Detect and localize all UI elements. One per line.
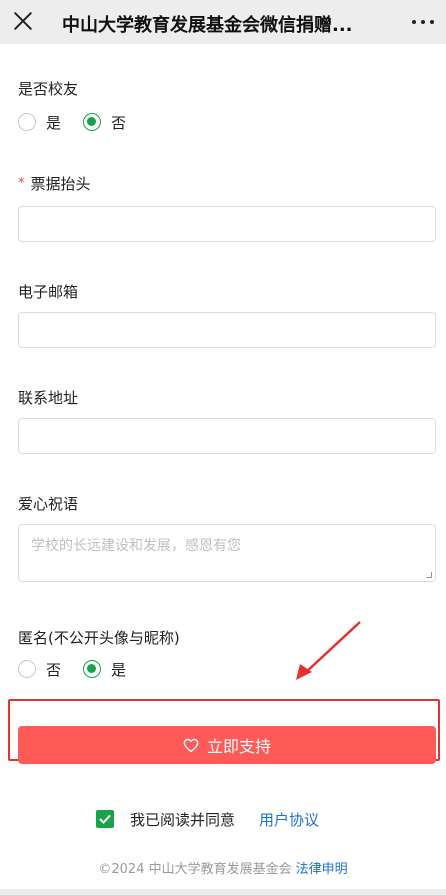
address-label: 联系地址 bbox=[18, 389, 79, 407]
anonymous-yes-label: 是 bbox=[111, 660, 127, 679]
anonymous-no-radio[interactable] bbox=[18, 660, 36, 678]
required-mark: * bbox=[18, 176, 25, 191]
anonymous-yes-radio[interactable] bbox=[83, 660, 102, 678]
agreement-checkbox[interactable] bbox=[96, 810, 114, 828]
heart-icon bbox=[183, 738, 199, 752]
anonymous-radio-group: 否 是 bbox=[18, 658, 148, 680]
support-button[interactable]: 立即支持 bbox=[18, 726, 436, 764]
invoice-title-label: * 票据抬头 bbox=[18, 173, 91, 194]
more-dots-icon[interactable] bbox=[410, 12, 436, 32]
message-textarea[interactable]: 学校的长远建设和发展，感恩有您 bbox=[18, 524, 436, 582]
user-agreement-link[interactable]: 用户协议 bbox=[259, 809, 319, 830]
page-title: 中山大学教育发展基金会微信捐赠... bbox=[62, 15, 353, 36]
message-label: 爱心祝语 bbox=[18, 495, 79, 513]
bottom-bar bbox=[0, 889, 446, 895]
checkmark-icon bbox=[99, 814, 111, 824]
alumni-yes-label: 是 bbox=[46, 113, 62, 132]
top-nav-bar: 中山大学教育发展基金会微信捐赠... bbox=[0, 0, 446, 44]
email-input[interactable] bbox=[18, 312, 436, 348]
invoice-title-label-text: 票据抬头 bbox=[30, 175, 91, 193]
resize-grip-icon[interactable] bbox=[426, 572, 432, 578]
copyright-text: ©2024 中山大学教育发展基金会 bbox=[98, 862, 292, 877]
anonymous-no-label: 否 bbox=[46, 660, 62, 679]
legal-statement-link[interactable]: 法律申明 bbox=[296, 862, 348, 877]
alumni-no-radio[interactable] bbox=[83, 113, 102, 131]
agreement-row: 我已阅读并同意 用户协议 bbox=[96, 808, 319, 830]
alumni-no-label: 否 bbox=[111, 113, 127, 132]
alumni-yes-radio[interactable] bbox=[18, 113, 36, 131]
annotation-arrow-icon bbox=[296, 621, 361, 680]
email-label: 电子邮箱 bbox=[18, 283, 79, 301]
message-placeholder: 学校的长远建设和发展，感恩有您 bbox=[31, 538, 241, 554]
invoice-title-input[interactable] bbox=[18, 206, 436, 242]
close-icon[interactable] bbox=[12, 10, 34, 32]
agreement-text: 我已阅读并同意 bbox=[130, 810, 236, 829]
support-button-label: 立即支持 bbox=[206, 737, 271, 756]
footer: ©2024 中山大学教育发展基金会 法律申明 bbox=[0, 858, 446, 877]
anonymous-label: 匿名(不公开头像与昵称) bbox=[18, 629, 180, 647]
address-input[interactable] bbox=[18, 418, 436, 454]
alumni-radio-group: 是 否 bbox=[18, 111, 148, 133]
alumni-label: 是否校友 bbox=[18, 80, 79, 98]
